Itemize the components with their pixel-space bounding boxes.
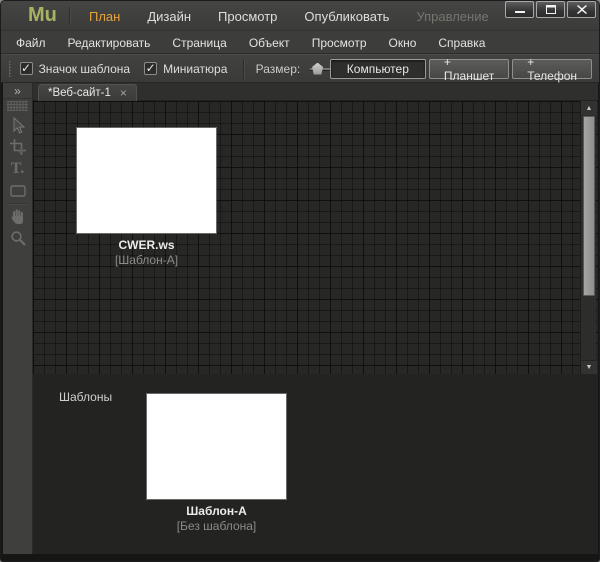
template-icon-checkbox-label[interactable]: Значок шаблона <box>39 62 131 76</box>
device-layout-buttons: Компьютер + Планшет + Телефон <box>330 59 592 79</box>
mode-tab-design[interactable]: Дизайн <box>147 9 191 24</box>
tools-panel: » T. <box>3 83 33 554</box>
thumbnail-checkbox[interactable]: ✓ <box>144 62 157 75</box>
size-slider[interactable] <box>310 62 330 76</box>
app-window: Mu План Дизайн Просмотр Опубликовать Упр… <box>0 0 600 562</box>
maximize-icon <box>546 5 556 14</box>
size-slider-thumb[interactable] <box>312 63 323 75</box>
master-page-title[interactable]: Шаблон-А <box>147 504 286 518</box>
master-page-thumbnail[interactable] <box>147 394 286 499</box>
master-page-item[interactable]: Шаблон-А [Без шаблона] <box>147 394 286 533</box>
zoom-tool-button[interactable] <box>3 227 32 249</box>
add-phone-layout-button[interactable]: + Телефон <box>512 59 592 79</box>
muse-logo: Mu <box>28 4 57 27</box>
mode-tab-preview[interactable]: Просмотр <box>218 9 277 24</box>
menu-help[interactable]: Справка <box>427 36 496 50</box>
magnifier-icon <box>10 230 26 246</box>
vertical-scrollbar[interactable]: ▲ ▼ <box>580 101 596 374</box>
selection-arrow-icon <box>10 117 25 134</box>
site-page-item[interactable]: CWER.ws [Шаблон-А] <box>77 128 216 267</box>
desktop-layout-button[interactable]: Компьютер <box>330 59 426 79</box>
site-page-master-ref[interactable]: [Шаблон-А] <box>77 253 216 267</box>
size-label: Размер: <box>256 62 301 76</box>
collapse-panel-chevrons-icon[interactable]: » <box>3 83 32 99</box>
hand-tool-button[interactable] <box>3 205 32 227</box>
template-icon-checkbox[interactable]: ✓ <box>20 62 33 75</box>
mode-tab-manage: Управление <box>416 9 488 24</box>
scrollbar-thumb[interactable] <box>583 116 595 296</box>
document-tab[interactable]: *Веб-сайт-1 × <box>38 84 137 101</box>
add-tablet-layout-button[interactable]: + Планшет <box>429 59 509 79</box>
maximize-button[interactable] <box>536 1 565 18</box>
title-bar: Mu План Дизайн Просмотр Опубликовать Упр… <box>1 1 600 31</box>
checkmark-icon: ✓ <box>146 63 156 73</box>
minimize-icon <box>515 6 525 14</box>
menu-edit[interactable]: Редактировать <box>57 36 162 50</box>
masters-panel-label: Шаблоны <box>59 390 112 404</box>
close-button[interactable] <box>567 1 596 18</box>
checkmark-icon: ✓ <box>21 63 31 73</box>
tools-separator <box>6 203 29 204</box>
menu-file[interactable]: Файл <box>5 36 57 50</box>
rectangle-icon <box>10 185 26 197</box>
master-page-master-ref[interactable]: [Без шаблона] <box>147 519 286 533</box>
menu-view[interactable]: Просмотр <box>301 36 378 50</box>
mode-tab-publish[interactable]: Опубликовать <box>304 9 389 24</box>
menu-bar: Файл Редактировать Страница Объект Просм… <box>1 32 600 54</box>
mode-tab-plan[interactable]: План <box>89 9 120 24</box>
document-tab-bar: *Веб-сайт-1 × <box>33 83 598 101</box>
crop-icon <box>10 139 26 155</box>
scroll-down-icon[interactable]: ▼ <box>581 360 597 374</box>
selection-tool-button[interactable] <box>3 114 32 136</box>
scroll-up-icon[interactable]: ▲ <box>581 101 597 115</box>
menu-window[interactable]: Окно <box>378 36 428 50</box>
menu-page[interactable]: Страница <box>161 36 237 50</box>
hand-icon <box>10 208 25 224</box>
document-tab-title: *Веб-сайт-1 <box>48 87 111 99</box>
rectangle-tool-button[interactable] <box>3 180 32 202</box>
menu-object[interactable]: Объект <box>238 36 301 50</box>
tab-close-icon[interactable]: × <box>120 88 127 98</box>
titlebar-separator <box>69 7 70 25</box>
document-area: *Веб-сайт-1 × CWER.ws [Шаблон-А] ▲ ▼ <box>33 83 598 554</box>
workspace: » T. <box>1 83 600 562</box>
masters-panel: Шаблоны Шаблон-А [Без шаблона] <box>33 374 598 554</box>
text-tool-icon: T. <box>11 161 24 177</box>
options-toolbar: ✓ Значок шаблона ✓ Миниатюра Размер: Ком… <box>1 54 600 83</box>
window-controls <box>505 1 596 18</box>
site-page-thumbnail[interactable] <box>77 128 216 233</box>
plan-canvas[interactable]: CWER.ws [Шаблон-А] ▲ ▼ <box>33 101 598 374</box>
crop-tool-button[interactable] <box>3 136 32 158</box>
toolbar-grip-handle[interactable] <box>9 61 11 77</box>
tools-panel-grip[interactable] <box>7 101 28 111</box>
close-icon <box>577 5 587 14</box>
thumbnail-checkbox-label[interactable]: Миниатюра <box>163 62 227 76</box>
text-tool-button[interactable]: T. <box>3 158 32 180</box>
site-page-title[interactable]: CWER.ws <box>77 238 216 252</box>
minimize-button[interactable] <box>505 1 534 18</box>
mode-tabs: План Дизайн Просмотр Опубликовать Управл… <box>89 1 489 31</box>
